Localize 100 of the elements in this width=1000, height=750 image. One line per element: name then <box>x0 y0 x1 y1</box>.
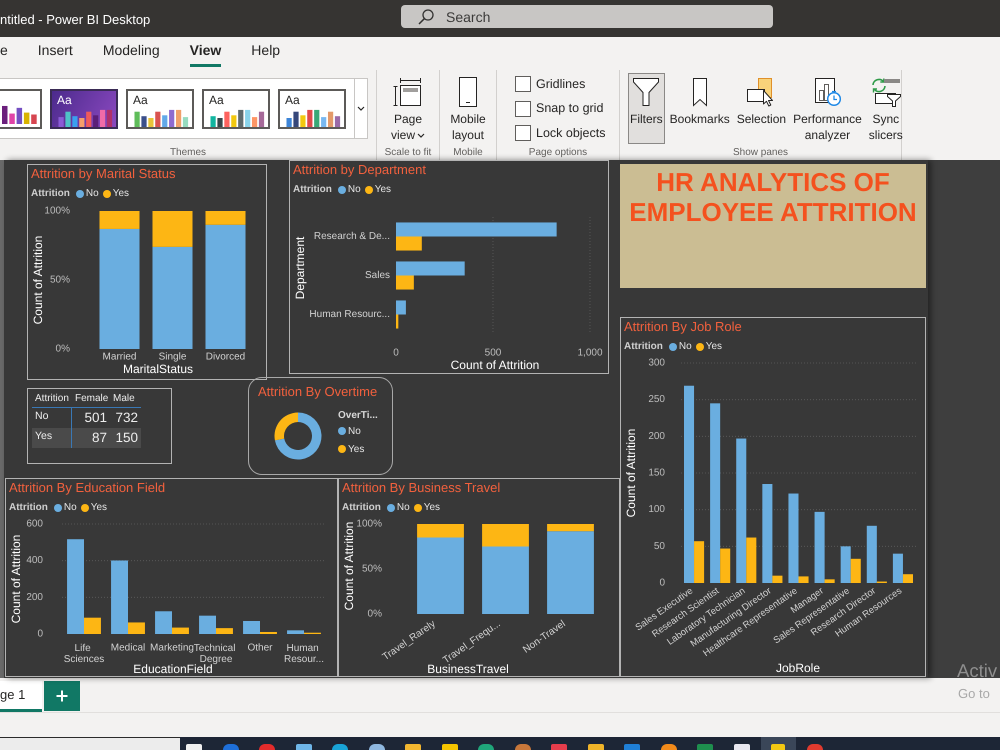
axis-title: Count of Attrition <box>624 428 638 518</box>
legend-label: Yes <box>706 340 722 354</box>
axis-category-label: Sales <box>364 270 390 281</box>
taskbar-search-field[interactable] <box>0 737 180 750</box>
axis-title: MaritalStatus <box>122 362 194 376</box>
performance-button[interactable]: Performance analyzer <box>791 73 864 146</box>
axis-category-label: Life Sciences <box>64 642 104 664</box>
search-field[interactable]: Search <box>401 5 773 28</box>
legend-title: Attrition <box>342 501 381 515</box>
legend-label: Yes <box>112 187 130 201</box>
axis-tick-label: 250 <box>648 394 665 406</box>
table-cell: 87 <box>72 428 110 448</box>
chart-title: Attrition By Education Field <box>8 479 166 497</box>
axis-title: EducationField <box>133 662 213 676</box>
axis-tick-label: 300 <box>648 358 665 368</box>
chart-title: Attrition By Job Role <box>623 318 743 336</box>
checkbox[interactable] <box>515 100 531 117</box>
page-tab[interactable]: ge 1 <box>0 681 42 712</box>
sync-filter-icon <box>870 77 902 107</box>
search-icon <box>418 8 434 24</box>
axis-tick-label: 500 <box>484 348 502 358</box>
add-page-button[interactable] <box>44 681 80 711</box>
table-cell-text: 501 <box>83 409 108 427</box>
theme-thumbnail[interactable]: Aa <box>126 88 194 128</box>
legend-title: Attrition <box>624 340 663 354</box>
axis-title: Count of Attrition <box>342 522 356 610</box>
group-label: Page options <box>528 146 588 160</box>
column-header: Attrition <box>32 391 72 408</box>
theme-thumbnail[interactable]: Aa <box>202 88 270 128</box>
group-label: Mobile <box>452 146 484 160</box>
legend-title: Attrition <box>31 187 70 201</box>
checkbox[interactable] <box>515 125 531 142</box>
theme-thumbnail[interactable] <box>0 88 42 128</box>
axis-tick-label: 400 <box>26 555 43 566</box>
chart-icon <box>2 104 37 124</box>
axis-title: Count of Attrition <box>31 236 45 324</box>
app-icon[interactable] <box>588 744 604 750</box>
selection-button[interactable]: Selection <box>734 73 788 144</box>
group-label: Themes <box>168 146 208 160</box>
caret-icon <box>417 133 425 138</box>
checkbox-label: Snap to grid <box>536 100 604 118</box>
ribbon-tab[interactable]: Help <box>251 37 280 67</box>
axis-tick-label: 100 <box>648 504 665 516</box>
sync-button[interactable]: Sync slicers <box>866 73 905 146</box>
axis-category-label: Married <box>102 352 136 362</box>
theme-thumbnail[interactable]: Aa <box>278 88 346 128</box>
app-icon[interactable] <box>296 744 312 750</box>
legend-label: Yes <box>348 442 364 456</box>
ribbon-tab[interactable]: Insert <box>38 37 73 67</box>
chart-title: Attrition by Marital Status <box>30 165 176 183</box>
app-icon[interactable] <box>760 737 796 750</box>
group-label: Scale to fit <box>384 146 432 160</box>
legend-label: No <box>64 501 77 515</box>
axis-category-label: Divorced <box>206 352 246 362</box>
caret-icon <box>357 106 365 111</box>
legend-label: No <box>348 424 361 438</box>
axis-tick-label: 50% <box>362 564 382 574</box>
axis-tick-label: 200 <box>26 592 43 603</box>
chart-icon <box>209 108 266 126</box>
plus-icon <box>56 690 68 702</box>
legend-title: Attrition <box>9 501 48 515</box>
filters-button[interactable]: Filters <box>628 73 665 144</box>
legend-title: OverTi... <box>338 410 378 422</box>
axis-tick-label: 1,000 <box>577 348 603 358</box>
axis-title: Count of Attrition <box>450 358 540 372</box>
app-icon[interactable] <box>368 744 384 750</box>
table-cell: 150 <box>110 428 141 448</box>
chart-title: Attrition By Business Travel <box>341 479 502 497</box>
chart-icon <box>57 108 114 126</box>
axis-category-label: Technical Degree <box>194 642 236 664</box>
axis-tick-label: 50% <box>50 274 70 286</box>
group-label: Show panes <box>732 146 790 160</box>
page-ruler-icon <box>393 77 423 107</box>
activation-notice-title: Activ <box>957 660 998 682</box>
axis-tick-label: 200 <box>648 430 665 442</box>
axis-tick-label: 0% <box>368 608 382 620</box>
app-icon[interactable] <box>660 744 676 750</box>
legend-label: No <box>86 187 99 201</box>
legend-label: No <box>396 501 410 515</box>
axis-title: BusinessTravel <box>427 662 509 676</box>
chart-icon <box>285 108 342 126</box>
mobile-layout-button[interactable]: Mobile layout <box>448 73 488 146</box>
axis-tick-label: 150 <box>648 468 665 478</box>
checkbox[interactable] <box>515 76 531 92</box>
axis-tick-label: 0 <box>659 578 665 588</box>
app-icon[interactable] <box>442 744 458 750</box>
page-view-button[interactable]: Page view <box>384 73 432 146</box>
activation-notice-text: Go to <box>958 686 990 701</box>
axis-category-label: Human Resourc... <box>309 309 390 320</box>
axis-category-label: Single <box>158 352 186 362</box>
app-icon[interactable] <box>734 744 750 750</box>
bookmarks-button[interactable]: Bookmarks <box>668 73 732 144</box>
theme-thumbnail[interactable]: Aa <box>50 88 118 128</box>
app-icon[interactable] <box>332 744 348 750</box>
legend-label: Yes <box>424 501 440 515</box>
table-cell: Yes <box>32 428 72 448</box>
ribbon-tab[interactable]: e <box>0 37 8 67</box>
axis-tick-label: 50 <box>654 540 665 552</box>
ribbon-tab[interactable]: Modeling <box>102 37 160 67</box>
column-header: Female <box>72 391 110 408</box>
